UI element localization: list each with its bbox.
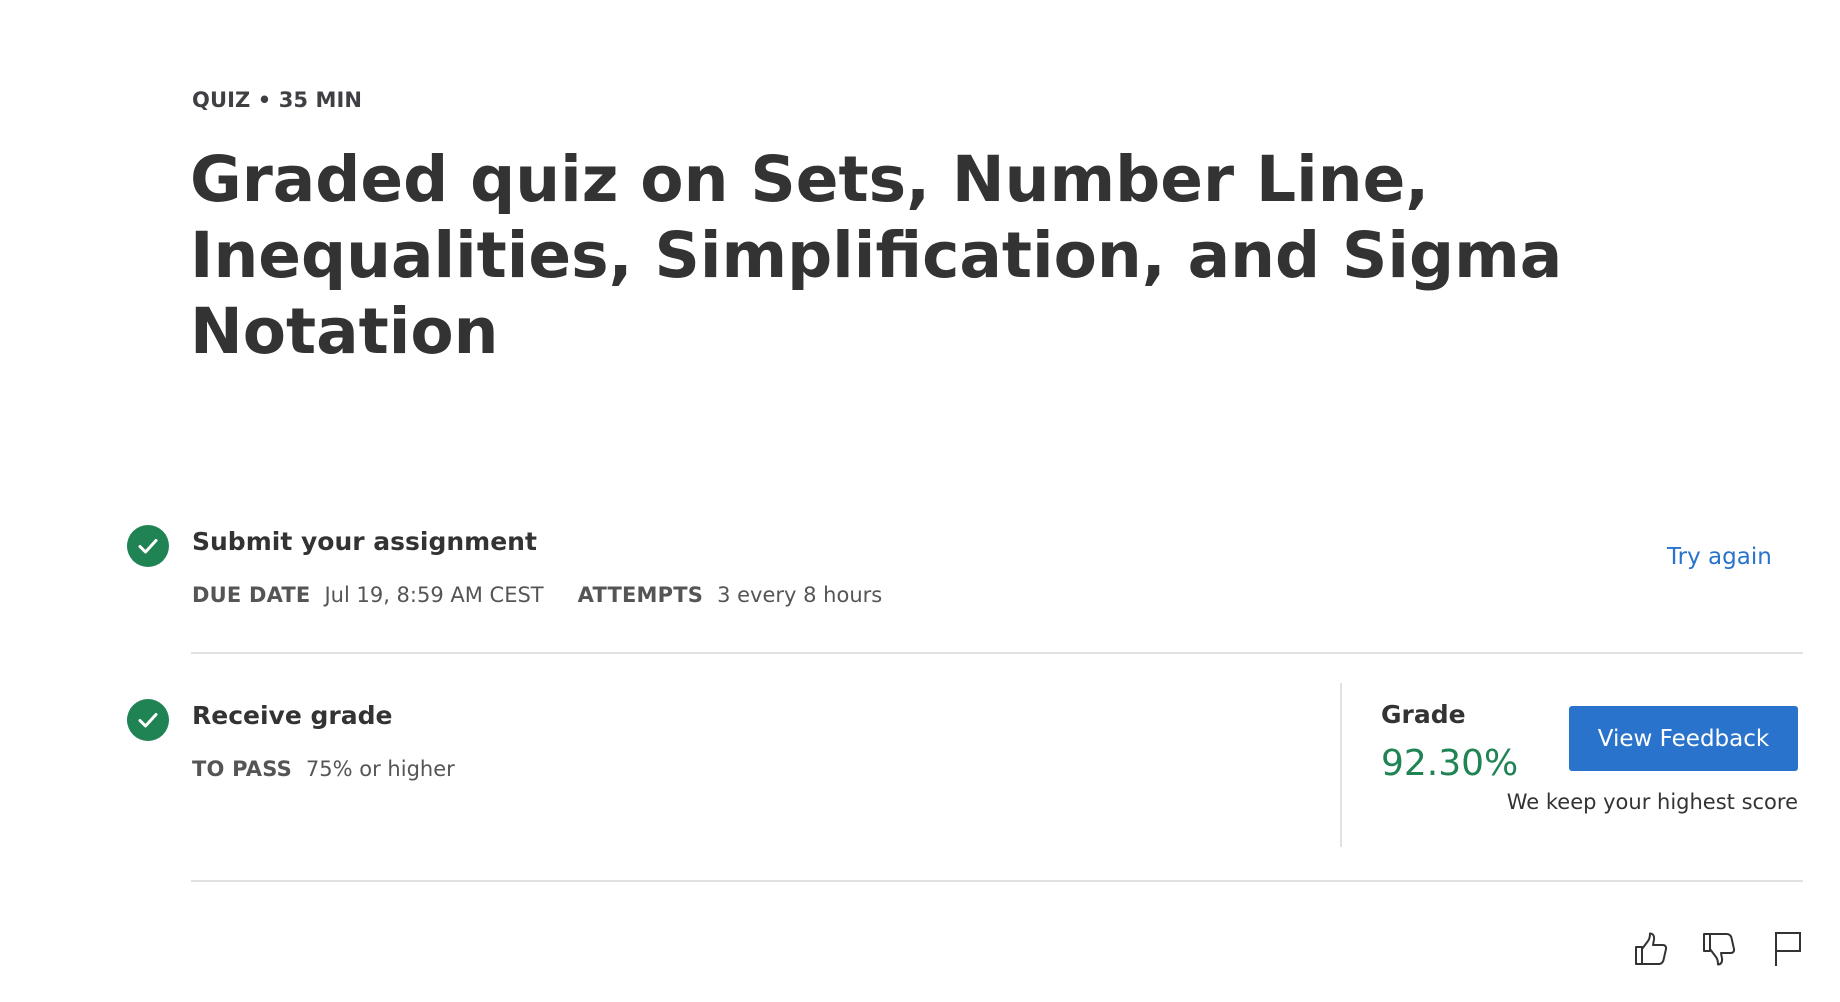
to-pass-value: 75% or higher (305, 757, 455, 781)
grade-divider (1340, 683, 1342, 847)
section-divider (191, 652, 1803, 654)
highest-score-note: We keep your highest score (1506, 790, 1798, 814)
quiz-meta: QUIZ • 35 MIN (192, 88, 363, 112)
to-pass-label: TO PASS (192, 757, 292, 781)
due-date-label: DUE DATE (192, 583, 311, 607)
attempts-label: ATTEMPTS (577, 583, 704, 607)
flag-icon[interactable] (1764, 926, 1810, 972)
thumbs-down-icon[interactable] (1696, 926, 1742, 972)
view-feedback-button[interactable]: View Feedback (1569, 706, 1798, 771)
attempts-value: 3 every 8 hours (717, 583, 883, 607)
try-again-link[interactable]: Try again (1667, 544, 1772, 570)
feedback-actions (1628, 926, 1810, 972)
grade-label: Grade (1381, 700, 1466, 729)
section-divider (191, 880, 1803, 882)
submit-details: DUE DATE Jul 19, 8:59 AM CEST ATTEMPTS 3… (192, 583, 882, 607)
receive-grade-title: Receive grade (192, 701, 393, 730)
submit-assignment-title: Submit your assignment (192, 527, 537, 556)
page-title: Graded quiz on Sets, Number Line, Inequa… (190, 143, 1563, 368)
receive-details: TO PASS 75% or higher (192, 757, 455, 781)
grade-value: 92.30% (1381, 743, 1519, 784)
quiz-page: QUIZ • 35 MIN Graded quiz on Sets, Numbe… (0, 0, 1840, 1002)
due-date-value: Jul 19, 8:59 AM CEST (324, 583, 544, 607)
check-circle-icon (127, 525, 169, 567)
thumbs-up-icon[interactable] (1628, 926, 1674, 972)
check-circle-icon (127, 699, 169, 741)
